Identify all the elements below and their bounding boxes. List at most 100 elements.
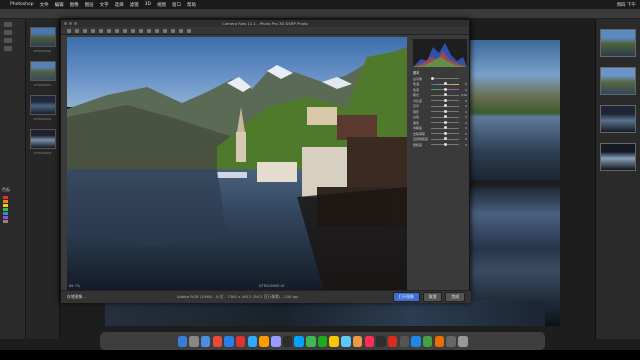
mail-icon[interactable] (224, 335, 234, 347)
photos-icon[interactable] (352, 335, 363, 347)
move-tool-icon[interactable] (4, 22, 12, 27)
save-image-button[interactable]: 存储图像... (67, 294, 86, 300)
word-icon[interactable] (411, 335, 421, 347)
swatch-red[interactable] (3, 196, 8, 199)
swatch-gray[interactable] (3, 220, 8, 223)
right-thumb[interactable] (600, 143, 636, 171)
slider-knob[interactable] (444, 137, 448, 141)
slider-knob[interactable] (444, 142, 448, 146)
menu-select[interactable]: 选择 (115, 2, 124, 8)
menu-view[interactable]: 视图 (157, 2, 166, 8)
slider-knob[interactable] (444, 87, 448, 91)
menu-file[interactable]: 文件 (40, 2, 49, 8)
excel-icon[interactable] (422, 335, 433, 347)
swatch-row[interactable] (3, 196, 22, 199)
dropdown[interactable] (431, 76, 459, 80)
slider[interactable] (431, 109, 459, 113)
swatch-row[interactable] (3, 200, 22, 203)
slider[interactable] (431, 126, 459, 130)
graduated-filter-icon[interactable] (155, 28, 159, 33)
launchpad-icon[interactable] (189, 335, 199, 347)
radial-filter-icon[interactable] (163, 28, 167, 33)
slider[interactable] (431, 137, 459, 141)
swatch-blue[interactable] (3, 212, 8, 215)
slider-knob[interactable] (444, 120, 448, 124)
filmstrip-thumb[interactable] (30, 129, 56, 149)
swatch-row[interactable] (3, 212, 22, 215)
adjustment-brush-icon[interactable] (147, 28, 151, 33)
slider[interactable] (431, 142, 459, 146)
menu-edit[interactable]: 编辑 (55, 2, 64, 8)
swatch-purple[interactable] (3, 216, 8, 219)
crop-tool-icon[interactable] (4, 46, 12, 51)
marquee-tool-icon[interactable] (4, 30, 12, 35)
menu-filter[interactable]: 滤镜 (130, 2, 139, 8)
bridge-icon[interactable] (282, 335, 293, 347)
zoom-tool-icon[interactable] (67, 28, 71, 33)
menu-layer[interactable]: 图层 (85, 2, 94, 8)
close-button[interactable] (64, 22, 67, 25)
slider-knob[interactable] (444, 126, 448, 130)
notes-icon[interactable] (329, 335, 339, 347)
slider-knob[interactable] (444, 93, 448, 97)
slider[interactable] (431, 131, 459, 135)
rotate-right-icon[interactable] (187, 28, 191, 33)
wechat-icon[interactable] (317, 335, 328, 347)
illustrator-icon[interactable] (259, 335, 269, 347)
slider[interactable] (431, 98, 459, 102)
slider-knob[interactable] (444, 109, 448, 113)
lasso-tool-icon[interactable] (4, 38, 12, 43)
swatch-row[interactable] (3, 208, 22, 211)
menu-3d[interactable]: 3D (145, 2, 151, 7)
safari-icon[interactable] (200, 335, 211, 347)
crop-icon[interactable] (107, 28, 111, 33)
spot-removal-icon[interactable] (131, 28, 135, 33)
menu-window[interactable]: 窗口 (172, 2, 181, 8)
slider[interactable] (431, 93, 459, 97)
photo-canvas[interactable] (67, 37, 407, 301)
premiere-icon[interactable] (271, 335, 281, 347)
photoshop-icon[interactable] (247, 335, 258, 347)
messages-icon[interactable] (306, 335, 316, 347)
qq-icon[interactable] (341, 335, 351, 347)
hand-tool-icon[interactable] (75, 28, 79, 33)
done-button[interactable]: 完成 (445, 292, 465, 302)
menu-type[interactable]: 文字 (100, 2, 109, 8)
transform-icon[interactable] (123, 28, 127, 33)
zoom-level[interactable]: 66.7% (69, 284, 80, 288)
menu-image[interactable]: 图像 (70, 2, 79, 8)
zoom-button[interactable] (74, 22, 77, 25)
swatch-green[interactable] (3, 208, 8, 211)
filmstrip-thumb[interactable] (30, 95, 56, 115)
calendar-icon[interactable] (235, 335, 246, 347)
preferences-icon[interactable] (171, 28, 175, 33)
targeted-adjustment-icon[interactable] (99, 28, 103, 33)
straighten-icon[interactable] (115, 28, 119, 33)
slider[interactable] (431, 104, 459, 108)
acrobat-icon[interactable] (387, 335, 398, 347)
settings-icon[interactable] (399, 335, 410, 347)
slider-knob[interactable] (444, 98, 448, 102)
right-thumb[interactable] (600, 67, 636, 95)
slider-knob[interactable] (444, 131, 448, 135)
slider-knob[interactable] (444, 104, 448, 108)
cancel-button[interactable]: 取消 (422, 292, 443, 302)
menu-help[interactable]: 帮助 (187, 2, 196, 8)
powerpoint-icon[interactable] (434, 335, 445, 347)
swatch-orange[interactable] (3, 200, 8, 203)
red-eye-icon[interactable] (139, 28, 143, 33)
swatch-yellow[interactable] (3, 204, 8, 207)
color-sampler-icon[interactable] (91, 28, 95, 33)
right-thumb[interactable] (600, 105, 636, 133)
slider[interactable] (431, 87, 459, 91)
slider[interactable] (431, 82, 459, 86)
open-image-button[interactable]: 打开图像 (392, 292, 420, 302)
slider[interactable] (431, 120, 459, 124)
slider-knob[interactable] (444, 115, 448, 119)
right-thumb[interactable] (600, 29, 636, 57)
slider-knob[interactable] (444, 82, 448, 86)
swatch-row[interactable] (3, 204, 22, 207)
white-balance-tool-icon[interactable] (83, 28, 87, 33)
filmstrip-thumb[interactable] (30, 61, 56, 81)
app-store-icon[interactable] (294, 335, 304, 347)
